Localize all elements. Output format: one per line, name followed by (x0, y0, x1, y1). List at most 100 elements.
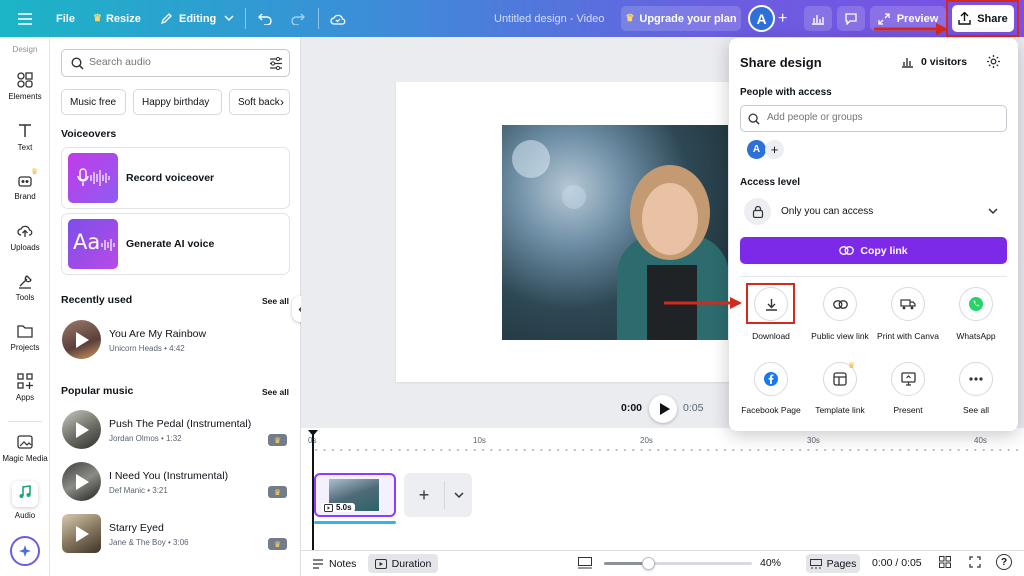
comment-icon[interactable] (837, 6, 865, 31)
track-thumbnail[interactable] (62, 462, 101, 501)
avatar[interactable]: A (748, 5, 775, 32)
share-button[interactable]: Share (952, 5, 1014, 32)
rail-item-tools[interactable]: Tools (0, 273, 50, 302)
chevron-down-icon[interactable] (445, 473, 472, 517)
template-link-label[interactable]: Template link (801, 405, 879, 415)
search-input[interactable] (89, 56, 259, 68)
timeline-tick: 40s (974, 436, 987, 445)
help-icon[interactable]: ? (996, 554, 1012, 570)
grid-view-icon[interactable] (939, 556, 951, 568)
download-label[interactable]: Download (732, 331, 810, 341)
insights-icon[interactable] (804, 6, 832, 31)
rail-item-brand[interactable]: Brand (0, 172, 50, 201)
resize-label: Resize (105, 12, 141, 25)
rail-item-projects[interactable]: Projects (0, 323, 50, 352)
playhead-handle[interactable] (308, 430, 318, 436)
chip-happy-birthday[interactable]: Happy birthday (133, 89, 222, 115)
chevron-right-icon[interactable]: › (280, 95, 284, 109)
ai-voice-thumbnail: Aa (68, 219, 118, 269)
collaborator-avatar[interactable]: A (747, 140, 766, 159)
whatsapp-label[interactable]: WhatsApp (937, 331, 1015, 341)
zoom-slider[interactable] (604, 557, 752, 570)
waveform-icon (101, 239, 115, 251)
timeline-clip[interactable]: 5.0s (314, 473, 396, 517)
facebook-icon[interactable] (754, 362, 788, 396)
rail-label: Uploads (10, 243, 40, 252)
notes-button[interactable]: Notes (312, 555, 356, 573)
record-voiceover-card[interactable]: Record voiceover (61, 147, 290, 209)
menu-icon[interactable] (18, 0, 32, 37)
more-options-icon[interactable] (959, 362, 993, 396)
annotation-arrow (664, 297, 742, 309)
rail-label: Elements (8, 92, 42, 101)
track-thumbnail[interactable] (62, 514, 101, 553)
audio-track-bar[interactable] (314, 521, 396, 524)
print-with-canva-label[interactable]: Print with Canva (869, 331, 947, 341)
track-thumbnail[interactable] (62, 410, 101, 449)
rail-item-text[interactable]: Text (0, 123, 50, 152)
premium-badge: ♛ (268, 486, 287, 498)
rail-header: Design (12, 45, 38, 54)
editing-mode-dropdown[interactable]: Editing (160, 0, 234, 37)
rail-item-apps[interactable]: Apps (0, 373, 50, 402)
add-collaborator-icon[interactable]: + (778, 0, 787, 37)
track-title[interactable]: You Are My Rainbow (109, 328, 206, 340)
chip-music-free[interactable]: Music free (61, 89, 126, 115)
chevron-down-icon (988, 208, 998, 215)
search-icon (748, 113, 760, 125)
page-thumbnail-icon[interactable] (578, 557, 592, 569)
resize-button[interactable]: ♛ Resize (93, 0, 141, 37)
face-shape (642, 183, 698, 255)
settings-gear-icon[interactable] (986, 54, 1001, 69)
crown-icon: ♛ (273, 487, 282, 497)
sparkle-icon (19, 545, 31, 557)
copy-link-button[interactable]: Copy link (740, 237, 1007, 264)
zoom-level[interactable]: 40% (760, 557, 781, 569)
rail-item-elements[interactable]: Elements (0, 72, 50, 101)
public-view-link-label[interactable]: Public view link (801, 331, 879, 341)
design-title[interactable]: Untitled design - Video (494, 0, 604, 37)
undo-icon[interactable] (258, 0, 273, 37)
rail-item-uploads[interactable]: Uploads (0, 223, 50, 252)
present-label[interactable]: Present (869, 405, 947, 415)
visitors-label: 0 visitors (921, 56, 968, 68)
file-menu[interactable]: File (56, 0, 75, 37)
cloud-save-icon[interactable] (330, 0, 346, 37)
add-people-field[interactable] (740, 105, 1007, 132)
rail-item-magic-media[interactable]: Magic Media (0, 434, 50, 463)
track-title[interactable]: I Need You (Instrumental) (109, 470, 228, 482)
whatsapp-icon[interactable] (959, 287, 993, 321)
access-level-dropdown[interactable]: Only you can access (740, 196, 1007, 228)
see-all-label[interactable]: See all (937, 405, 1015, 415)
generate-ai-voice-card[interactable]: Aa Generate AI voice (61, 213, 290, 275)
rail-item-audio[interactable]: Audio (0, 481, 50, 520)
track-title[interactable]: Push The Pedal (Instrumental) (109, 418, 251, 430)
add-people-input[interactable] (767, 112, 997, 123)
magic-assistant-button[interactable] (10, 536, 40, 566)
text-icon (19, 124, 31, 137)
ai-voice-glyph: Aa (73, 230, 101, 254)
visitors-count[interactable]: 0 visitors (901, 54, 967, 70)
filter-icon[interactable] (269, 57, 283, 70)
facebook-page-label[interactable]: Facebook Page (732, 405, 810, 415)
pencil-icon (160, 13, 172, 25)
add-clip-icon[interactable]: + (404, 473, 444, 517)
video-icon (374, 558, 387, 569)
print-truck-icon[interactable] (891, 287, 925, 321)
play-button[interactable] (649, 395, 677, 423)
track-thumbnail[interactable] (62, 320, 101, 359)
bokeh-light (562, 185, 586, 209)
public-link-icon[interactable] (823, 287, 857, 321)
add-collaborator-icon[interactable]: + (765, 140, 784, 159)
track-title[interactable]: Starry Eyed (109, 522, 164, 534)
redo-icon[interactable] (290, 0, 305, 37)
copy-link-label: Copy link (860, 244, 908, 257)
pages-button[interactable]: Pages (806, 554, 860, 573)
audio-search-field[interactable] (61, 49, 290, 77)
fullscreen-icon[interactable] (969, 556, 981, 568)
present-icon[interactable] (891, 362, 925, 396)
voiceovers-heading: Voiceovers (61, 128, 117, 140)
upgrade-plan-button[interactable]: ♛ Upgrade your plan (621, 6, 741, 31)
access-heading: Access level (740, 177, 801, 188)
duration-button[interactable]: Duration (368, 554, 438, 573)
